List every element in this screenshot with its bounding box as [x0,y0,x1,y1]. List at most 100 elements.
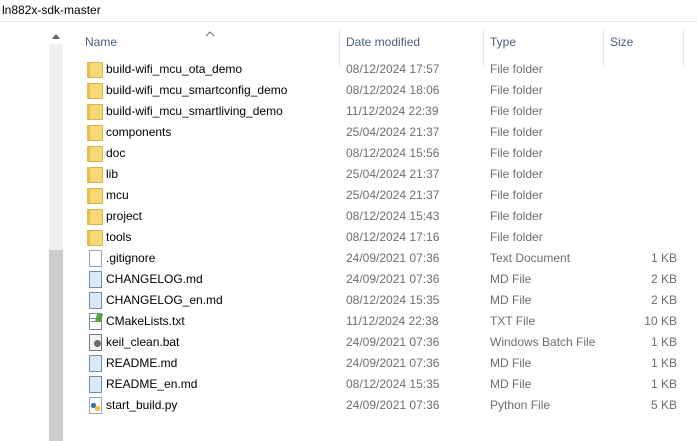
file-name: build-wifi_mcu_ota_demo [106,62,243,76]
file-type: File folder [490,146,543,160]
file-date-modified: 08/12/2024 15:35 [346,293,440,307]
file-date-modified: 24/09/2021 07:36 [346,272,440,286]
file-row[interactable]: start_build.py 24/09/2021 07:36 Python Fil… [85,395,685,416]
file-date-modified: 25/04/2024 21:37 [346,125,440,139]
file-date-modified: 24/09/2021 07:36 [346,356,440,370]
file-type: File folder [490,230,543,244]
file-name: CHANGELOG.md [106,272,203,286]
file-row[interactable]: build-wifi_mcu_smartconfig_demo 08/12/202… [85,80,685,101]
file-type: File folder [490,104,543,118]
file-row[interactable]: build-wifi_mcu_smartliving_demo 11/12/202… [85,101,685,122]
title-bar: ln882x-sdk-master [0,0,697,22]
file-date-modified: 24/09/2021 07:36 [346,335,440,349]
file-size: 1 KB [650,335,677,349]
file-date-modified: 08/12/2024 17:57 [346,62,440,76]
file-date-modified: 08/12/2024 15:56 [346,146,440,160]
file-name: keil_clean.bat [106,335,180,349]
column-header-bar: Name Date modified Type Size [63,22,697,66]
file-type: File folder [490,125,543,139]
text-file-icon [87,250,103,267]
window-title: ln882x-sdk-master [2,3,101,17]
file-size: 2 KB [650,293,677,307]
file-name: mcu [106,188,129,202]
file-date-modified: 25/04/2024 21:37 [346,167,440,181]
folder-icon [87,208,103,225]
txt-file-icon [87,313,104,330]
folder-icon [87,187,103,204]
file-date-modified: 08/12/2024 15:43 [346,209,440,223]
vertical-scrollbar-thumb[interactable] [49,250,63,441]
sort-ascending-icon [205,26,215,37]
md-file-icon [87,376,103,393]
file-type: File folder [490,83,543,97]
file-date-modified: 11/12/2024 22:38 [346,314,439,328]
column-header-date[interactable]: Date modified [346,35,420,49]
file-type: MD File [490,356,532,370]
file-type: Windows Batch File [490,335,596,349]
navigation-pane[interactable] [0,22,48,441]
file-size: 1 KB [650,356,677,370]
file-row[interactable]: mcu 25/04/2024 21:37 File folder [85,185,685,206]
file-name: tools [106,230,132,244]
file-type: File folder [490,209,543,223]
file-row[interactable]: doc 08/12/2024 15:56 File folder [85,143,685,164]
batch-file-icon [87,334,103,351]
file-name: .gitignore [106,251,156,265]
file-name: lib [106,167,119,181]
md-file-icon [87,292,103,309]
file-size: 1 KB [650,251,677,265]
file-type: MD File [490,377,532,391]
file-name: CMakeLists.txt [106,314,185,328]
file-name: README_en.md [106,377,198,391]
file-row[interactable]: project 08/12/2024 15:43 File folder [85,206,685,227]
file-name: start_build.py [106,398,178,412]
folder-icon [87,103,103,120]
file-row[interactable]: build-wifi_mcu_ota_demo 08/12/2024 17:57 F… [85,59,685,80]
file-row[interactable]: CHANGELOG_en.md 08/12/2024 15:35 MD File 2 … [85,290,685,311]
file-row[interactable]: README_en.md 08/12/2024 15:35 MD File 1 KB [85,374,685,395]
file-date-modified: 08/12/2024 18:06 [346,83,440,97]
file-row[interactable]: components 25/04/2024 21:37 File folder [85,122,685,143]
file-row[interactable]: .gitignore 24/09/2021 07:36 Text Document 1… [85,248,685,269]
file-row[interactable]: tools 08/12/2024 17:16 File folder [85,227,685,248]
file-date-modified: 11/12/2024 22:39 [346,104,439,118]
file-row[interactable]: CMakeLists.txt 11/12/2024 22:38 TXT File 10… [85,311,685,332]
file-name: doc [106,146,126,160]
file-size: 10 KB [644,314,677,328]
file-type: File folder [490,188,543,202]
file-type: File folder [490,167,543,181]
column-header-name[interactable]: Name [85,35,117,49]
file-type: Text Document [490,251,571,265]
file-date-modified: 08/12/2024 15:35 [346,377,440,391]
folder-icon [87,229,103,246]
file-name: project [106,209,143,223]
md-file-icon [87,271,103,288]
file-size: 1 KB [650,377,677,391]
folder-icon [87,61,103,78]
folder-icon [87,82,103,99]
file-row[interactable]: README.md 24/09/2021 07:36 MD File 1 KB [85,353,685,374]
folder-icon [87,166,103,183]
column-header-type[interactable]: Type [490,35,516,49]
file-size: 5 KB [650,398,677,412]
column-header-size[interactable]: Size [610,35,633,49]
file-name: build-wifi_mcu_smartliving_demo [106,104,283,118]
file-name: build-wifi_mcu_smartconfig_demo [106,83,288,97]
file-date-modified: 24/09/2021 07:36 [346,251,440,265]
scroll-up-arrow-icon[interactable] [50,30,62,42]
python-file-icon [87,397,103,414]
file-type: MD File [490,293,532,307]
file-type: File folder [490,62,543,76]
md-file-icon [87,355,103,372]
file-type: MD File [490,272,532,286]
file-date-modified: 08/12/2024 17:16 [346,230,440,244]
file-type: TXT File [490,314,536,328]
file-row[interactable]: CHANGELOG.md 24/09/2021 07:36 MD File 2 KB [85,269,685,290]
file-type: Python File [490,398,551,412]
file-date-modified: 25/04/2024 21:37 [346,188,440,202]
file-row[interactable]: keil_clean.bat 24/09/2021 07:36 Windows Ba… [85,332,685,353]
file-size: 2 KB [650,272,677,286]
file-name: components [106,125,172,139]
file-name: README.md [106,356,178,370]
file-row[interactable]: lib 25/04/2024 21:37 File folder [85,164,685,185]
